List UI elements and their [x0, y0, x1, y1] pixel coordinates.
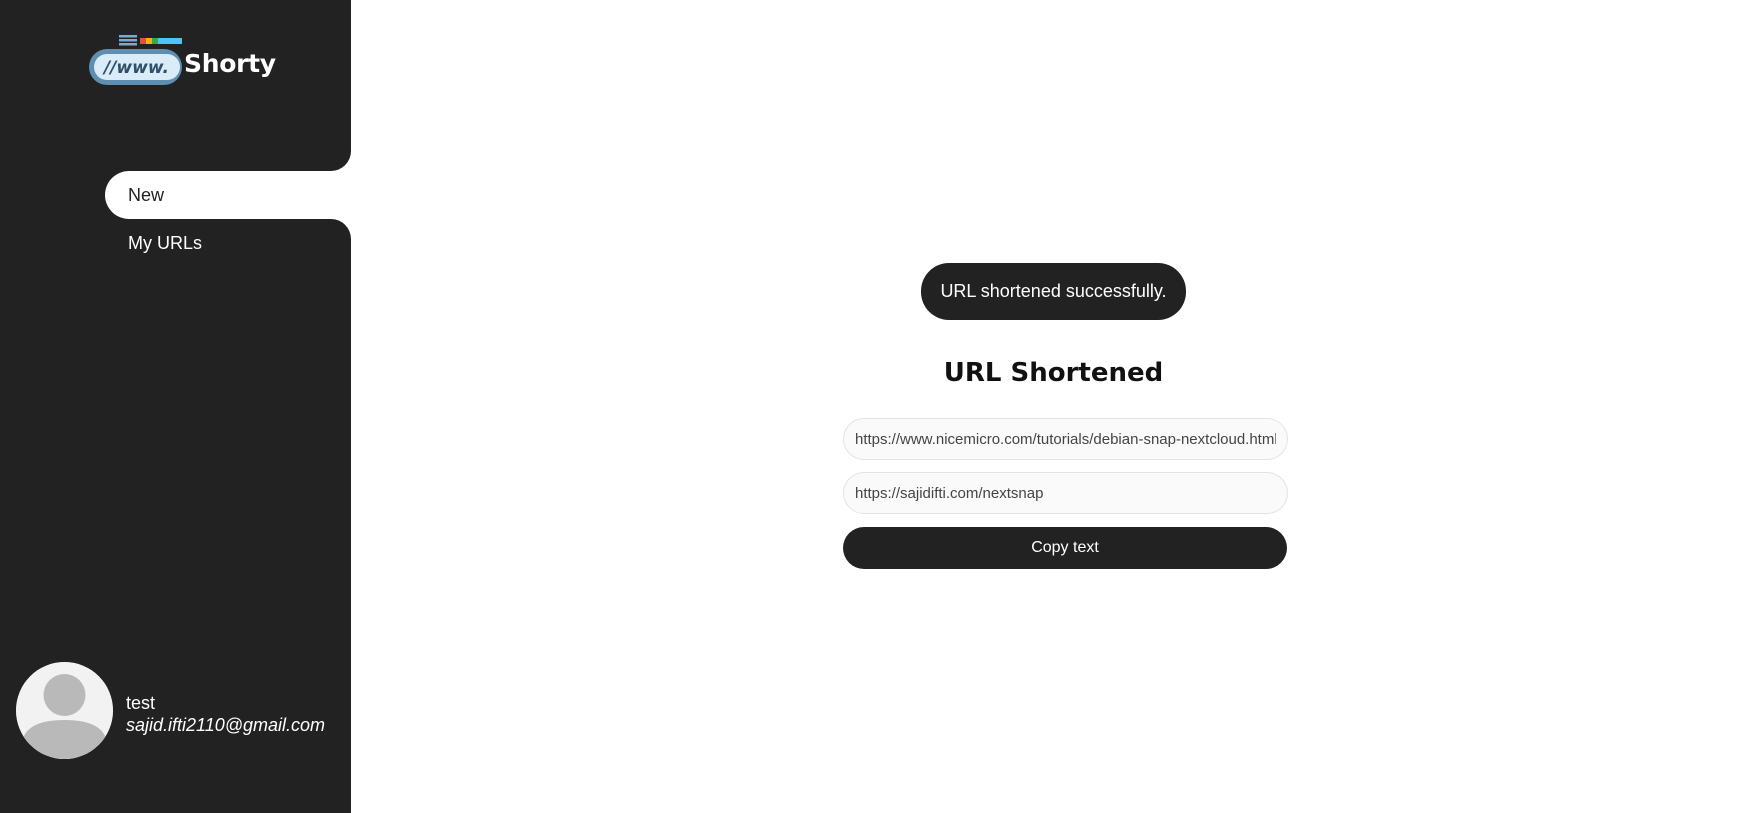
sidebar-item-label: New [128, 184, 165, 205]
app-root: //www. Shorty New My URLs test sajid.ift… [0, 0, 1755, 813]
sidebar: //www. Shorty New My URLs test sajid.ift… [0, 0, 351, 813]
logo[interactable]: //www. Shorty [88, 34, 276, 88]
sidebar-item-my-urls[interactable]: My URLs [105, 219, 351, 267]
user-profile: test sajid.ifti2110@gmail.com [16, 662, 325, 759]
success-toast: URL shortened successfully. [921, 263, 1186, 320]
user-email: sajid.ifti2110@gmail.com [126, 714, 326, 735]
www-logo-icon: //www. [88, 34, 182, 88]
svg-text://www.: //www. [102, 58, 169, 78]
copy-text-button[interactable]: Copy text [843, 527, 1287, 569]
profile-info: test sajid.ifti2110@gmail.com [126, 692, 325, 736]
active-tab-curve-top [331, 151, 351, 171]
brand-name: Shorty [184, 48, 276, 78]
page-title: URL Shortened [943, 358, 1164, 388]
short-url-field[interactable] [843, 472, 1288, 514]
avatar [16, 662, 113, 759]
user-name: test [126, 692, 156, 713]
active-tab-curve-bottom [331, 219, 351, 239]
sidebar-nav: New My URLs [105, 171, 351, 267]
user-icon [16, 662, 113, 759]
sidebar-item-new[interactable]: New [105, 171, 351, 219]
long-url-field[interactable] [843, 418, 1288, 460]
sidebar-item-label: My URLs [128, 232, 203, 253]
main-content: URL shortened successfully. URL Shortene… [351, 0, 1755, 813]
